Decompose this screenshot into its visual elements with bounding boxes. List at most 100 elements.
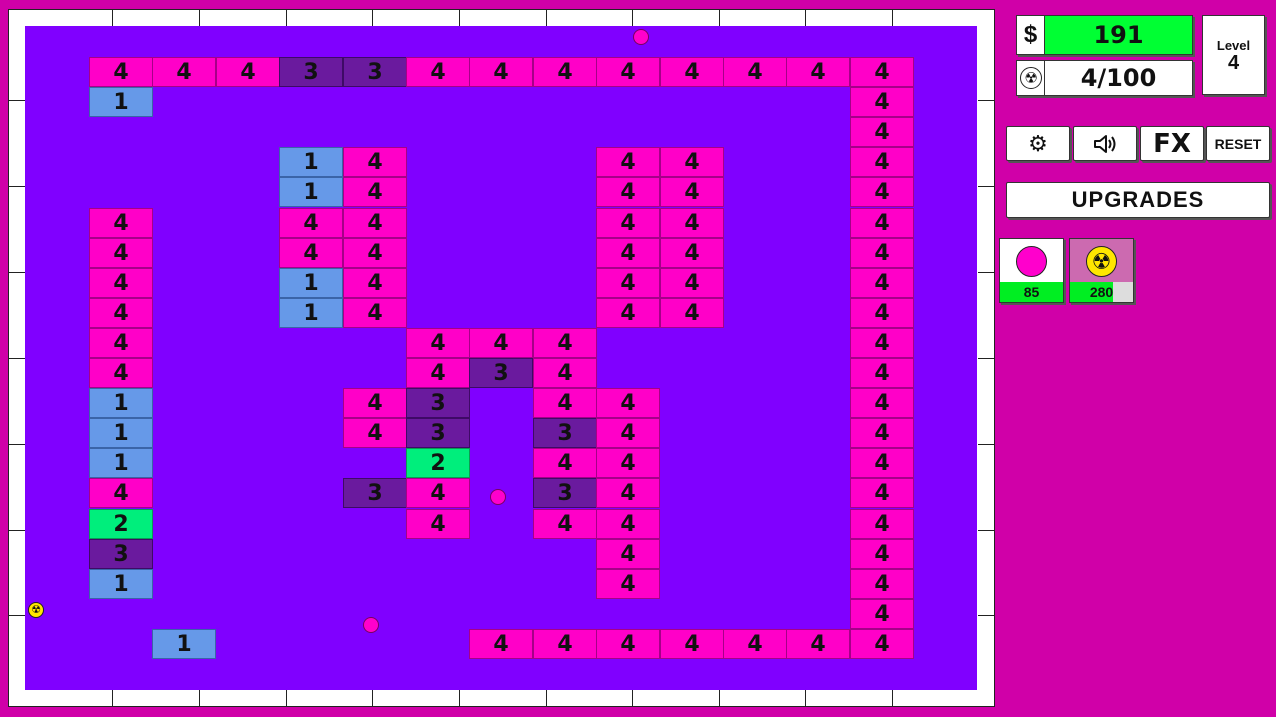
brick[interactable]: 4	[850, 629, 914, 659]
reset-button[interactable]: RESET	[1206, 126, 1270, 161]
brick[interactable]: 4	[533, 328, 597, 358]
upgrades-button[interactable]: UPGRADES	[1006, 182, 1270, 218]
brick[interactable]: 4	[596, 147, 660, 177]
brick[interactable]: 4	[343, 177, 407, 207]
brick[interactable]: 1	[89, 448, 153, 478]
brick[interactable]: 4	[596, 388, 660, 418]
brick[interactable]: 3	[279, 57, 343, 87]
brick[interactable]: 4	[660, 298, 724, 328]
brick[interactable]: 4	[850, 358, 914, 388]
brick[interactable]: 1	[89, 569, 153, 599]
brick[interactable]: 1	[279, 298, 343, 328]
brick[interactable]: 3	[533, 418, 597, 448]
brick[interactable]: 4	[850, 298, 914, 328]
brick[interactable]: 4	[89, 208, 153, 238]
brick[interactable]: 4	[660, 177, 724, 207]
brick[interactable]: 4	[850, 569, 914, 599]
brick[interactable]: 4	[469, 629, 533, 659]
brick[interactable]: 1	[89, 87, 153, 117]
brick[interactable]: 4	[596, 298, 660, 328]
brick[interactable]: 4	[533, 388, 597, 418]
brick[interactable]: 4	[89, 238, 153, 268]
brick[interactable]: 3	[406, 388, 470, 418]
brick[interactable]: 1	[279, 147, 343, 177]
brick[interactable]: 3	[469, 358, 533, 388]
brick[interactable]: 4	[343, 388, 407, 418]
brick[interactable]: 4	[786, 629, 850, 659]
brick[interactable]: 4	[850, 448, 914, 478]
brick[interactable]: 4	[89, 298, 153, 328]
brick[interactable]: 4	[660, 238, 724, 268]
brick[interactable]: 4	[850, 208, 914, 238]
brick[interactable]: 4	[533, 629, 597, 659]
brick[interactable]: 4	[850, 268, 914, 298]
settings-button[interactable]: ⚙	[1006, 126, 1070, 161]
brick[interactable]: 4	[533, 448, 597, 478]
brick[interactable]: 3	[343, 57, 407, 87]
brick[interactable]: 4	[660, 57, 724, 87]
brick[interactable]: 4	[216, 57, 280, 87]
brick[interactable]: 1	[89, 418, 153, 448]
brick[interactable]: 4	[596, 57, 660, 87]
brick[interactable]: 1	[279, 268, 343, 298]
brick[interactable]: 4	[406, 358, 470, 388]
brick[interactable]: 1	[279, 177, 343, 207]
brick[interactable]: 1	[89, 388, 153, 418]
brick[interactable]: 4	[596, 448, 660, 478]
brick[interactable]: 4	[279, 238, 343, 268]
brick[interactable]: 3	[89, 539, 153, 569]
brick[interactable]: 4	[596, 539, 660, 569]
brick[interactable]: 4	[533, 509, 597, 539]
buy-nuke-ball-button[interactable]: ☢ 280	[1069, 238, 1134, 303]
brick[interactable]: 4	[850, 599, 914, 629]
brick[interactable]: 3	[406, 418, 470, 448]
brick[interactable]: 4	[343, 147, 407, 177]
brick[interactable]: 4	[660, 147, 724, 177]
brick[interactable]: 4	[469, 57, 533, 87]
brick[interactable]: 4	[406, 509, 470, 539]
brick[interactable]: 4	[850, 388, 914, 418]
brick[interactable]: 4	[596, 629, 660, 659]
brick[interactable]: 4	[596, 208, 660, 238]
brick[interactable]: 3	[533, 478, 597, 508]
brick[interactable]: 4	[850, 328, 914, 358]
brick[interactable]: 4	[723, 629, 787, 659]
brick[interactable]: 4	[533, 57, 597, 87]
playfield[interactable]: 4443344444444144144441444444444444444441…	[25, 26, 977, 690]
brick[interactable]: 4	[596, 418, 660, 448]
brick[interactable]: 4	[343, 208, 407, 238]
brick[interactable]: 4	[850, 539, 914, 569]
brick[interactable]: 4	[660, 629, 724, 659]
fx-button[interactable]: FX	[1140, 126, 1204, 161]
brick[interactable]: 4	[279, 208, 343, 238]
brick[interactable]: 4	[152, 57, 216, 87]
brick[interactable]: 4	[596, 509, 660, 539]
brick[interactable]: 4	[786, 57, 850, 87]
brick[interactable]: 4	[850, 87, 914, 117]
brick[interactable]: 4	[850, 238, 914, 268]
brick[interactable]: 4	[89, 268, 153, 298]
brick[interactable]: 4	[406, 57, 470, 87]
brick[interactable]: 4	[533, 358, 597, 388]
brick[interactable]: 4	[343, 238, 407, 268]
brick[interactable]: 4	[596, 569, 660, 599]
brick[interactable]: 4	[596, 478, 660, 508]
brick[interactable]: 4	[723, 57, 787, 87]
brick[interactable]: 4	[596, 238, 660, 268]
brick[interactable]: 4	[406, 478, 470, 508]
brick[interactable]: 4	[406, 328, 470, 358]
brick[interactable]: 4	[89, 57, 153, 87]
brick[interactable]: 4	[89, 358, 153, 388]
brick[interactable]: 4	[850, 117, 914, 147]
brick[interactable]: 1	[152, 629, 216, 659]
brick[interactable]: 3	[343, 478, 407, 508]
brick[interactable]: 4	[343, 268, 407, 298]
brick[interactable]: 2	[89, 509, 153, 539]
buy-basic-ball-button[interactable]: 85	[999, 238, 1064, 303]
brick[interactable]: 4	[660, 208, 724, 238]
brick[interactable]: 4	[596, 268, 660, 298]
brick[interactable]: 4	[850, 478, 914, 508]
brick[interactable]: 4	[343, 418, 407, 448]
brick[interactable]: 4	[469, 328, 533, 358]
brick[interactable]: 4	[850, 57, 914, 87]
